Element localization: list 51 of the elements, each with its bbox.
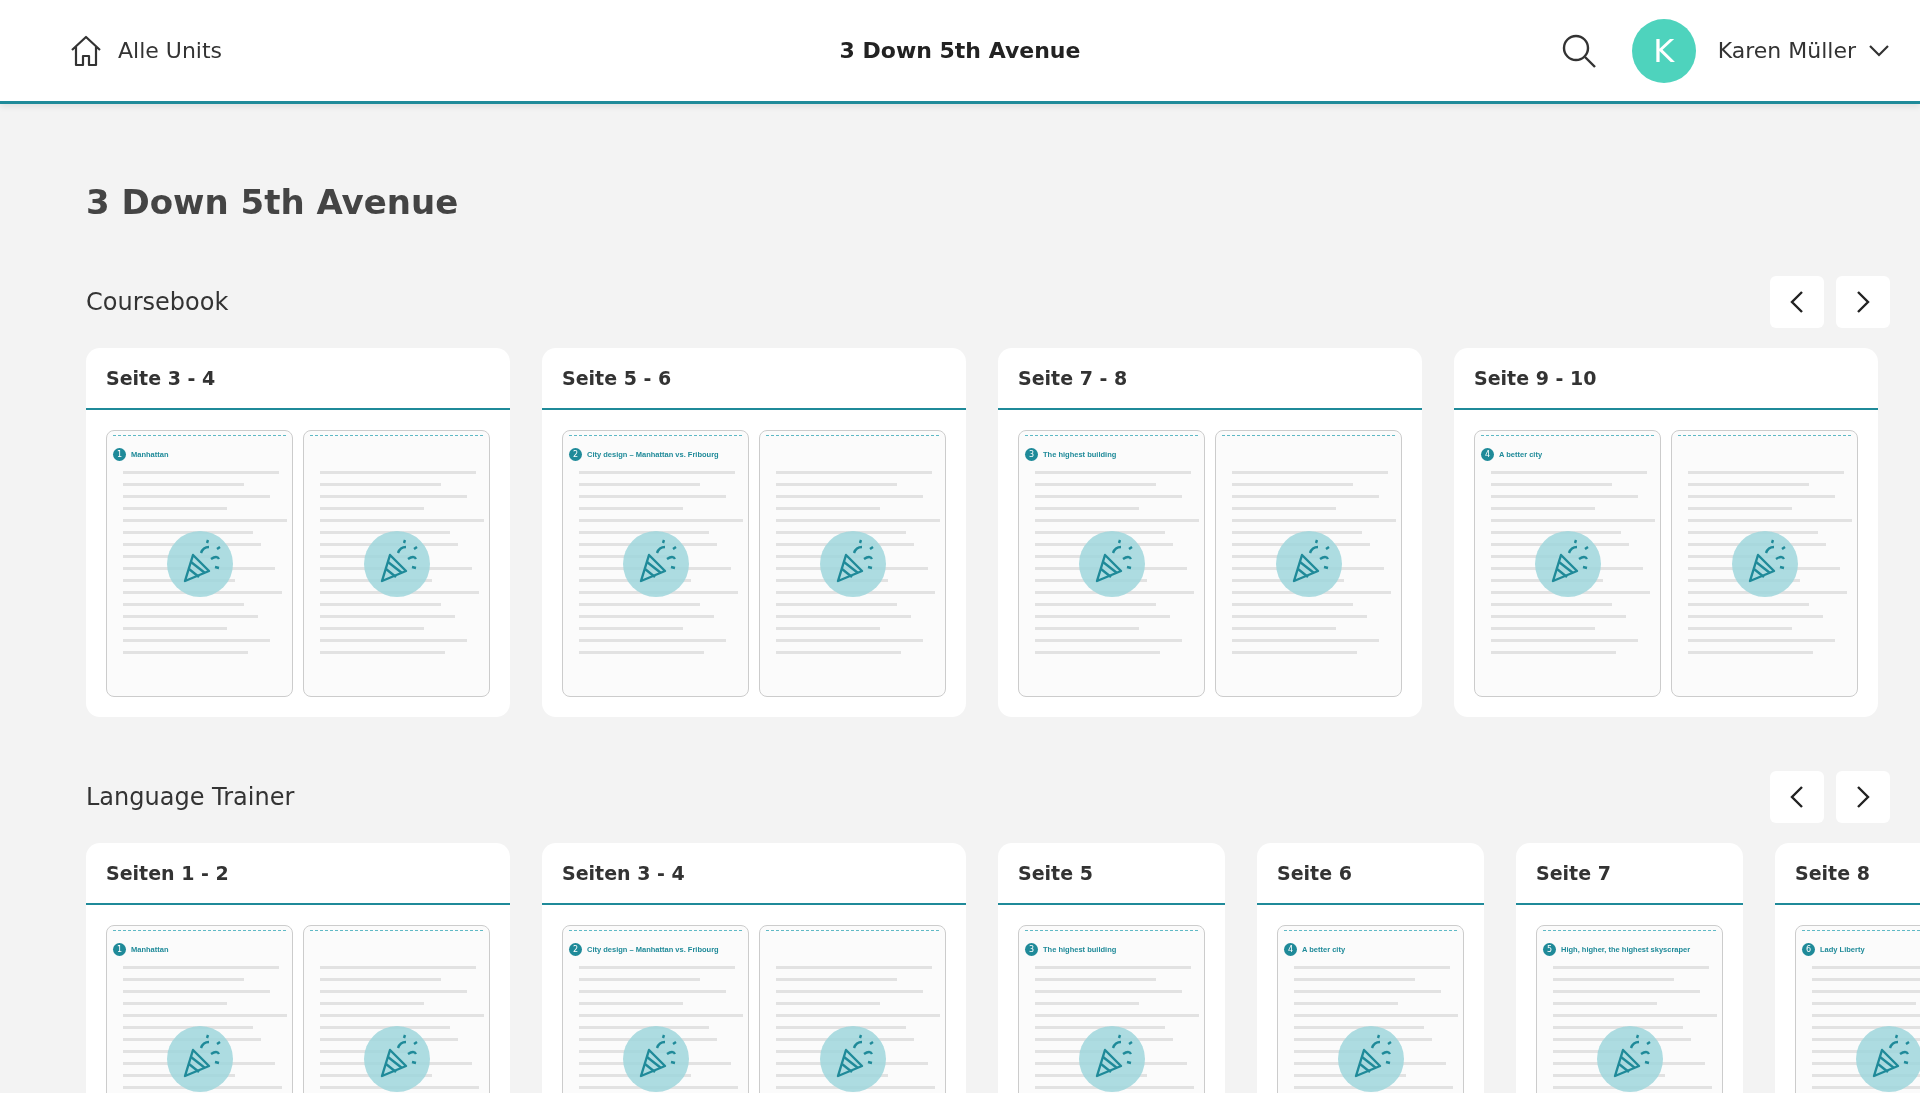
party-popper-icon <box>819 1025 886 1092</box>
card-title: Seite 5 <box>998 843 1225 905</box>
chevron-left-icon <box>1790 290 1804 314</box>
unit-number: 2 <box>569 447 582 461</box>
card-title: Seite 7 - 8 <box>998 348 1422 410</box>
chevron-right-icon <box>1856 290 1870 314</box>
party-popper-icon <box>363 1025 430 1092</box>
card-title: Seite 6 <box>1257 843 1484 905</box>
party-popper-icon <box>622 1025 689 1092</box>
unit-number: 3 <box>1025 942 1038 956</box>
page-title: 3 Down 5th Avenue <box>86 182 460 224</box>
chevron-right-icon <box>1856 785 1870 809</box>
all-units-link[interactable]: Alle Units <box>68 32 223 69</box>
party-popper-icon <box>166 530 233 597</box>
party-popper-icon <box>166 1025 233 1092</box>
card-title: Seiten 3 - 4 <box>542 843 966 905</box>
party-popper-icon <box>1078 1025 1145 1092</box>
party-popper-icon <box>1078 530 1145 597</box>
party-popper-icon <box>1275 530 1342 597</box>
next-button[interactable] <box>1836 276 1890 328</box>
party-popper-icon <box>819 530 886 597</box>
card-title: Seite 8 <box>1775 843 1920 905</box>
chevron-down-icon <box>1868 43 1890 58</box>
previous-button[interactable] <box>1770 276 1824 328</box>
section-title: Language Trainer <box>86 783 295 811</box>
unit-number: 4 <box>1481 447 1494 461</box>
unit-number: 6 <box>1802 942 1815 956</box>
party-popper-icon <box>1731 530 1798 597</box>
previous-button[interactable] <box>1770 771 1824 823</box>
card-title: Seite 3 - 4 <box>86 348 510 410</box>
party-popper-icon <box>1337 1025 1404 1092</box>
unit-number: 5 <box>1543 942 1556 956</box>
card-title: Seite 9 - 10 <box>1454 348 1878 410</box>
party-popper-icon <box>363 530 430 597</box>
party-popper-icon <box>1534 530 1601 597</box>
section-title: Coursebook <box>86 288 229 316</box>
card-title: Seite 7 <box>1516 843 1743 905</box>
party-popper-icon <box>1596 1025 1663 1092</box>
unit-number: 3 <box>1025 447 1038 461</box>
card-title: Seite 5 - 6 <box>542 348 966 410</box>
unit-number: 1 <box>113 942 126 956</box>
user-menu[interactable]: Karen Müller <box>1717 38 1890 63</box>
unit-title: 3 Down 5th Avenue <box>839 38 1081 63</box>
party-popper-icon <box>622 530 689 597</box>
unit-number: 2 <box>569 942 582 956</box>
unit-number: 1 <box>113 447 126 461</box>
party-popper-icon <box>1855 1025 1920 1092</box>
unit-number: 4 <box>1284 942 1297 956</box>
card-title: Seiten 1 - 2 <box>86 843 510 905</box>
chevron-left-icon <box>1790 785 1804 809</box>
next-button[interactable] <box>1836 771 1890 823</box>
